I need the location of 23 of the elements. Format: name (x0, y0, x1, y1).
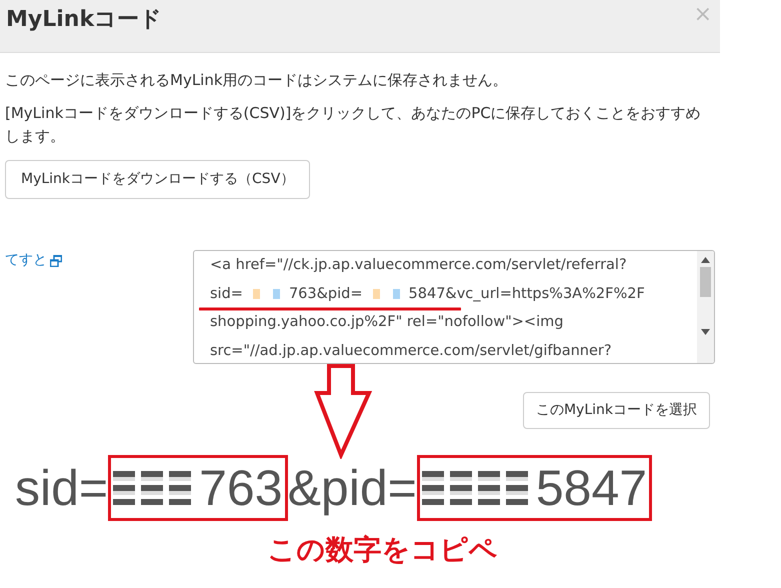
scrollbar-thumb[interactable] (700, 267, 711, 297)
enlarged-text: sid= (15, 459, 108, 518)
code-text: src="//ad.jp.ap.valuecommerce.com/servlet/gifbanner? (210, 342, 612, 358)
enlarged-text: &pid= (288, 459, 417, 518)
code-text: shopping.yahoo.co.jp%2F" rel="nofollow"><img (210, 314, 564, 330)
notice-text: [MyLinkコードをダウンロードする(CSV)]をクリックして、あなたのPCに保存しておくことをおすすめします。 (5, 103, 702, 147)
scroll-up-icon[interactable] (701, 257, 710, 263)
callout-caption: この数字をコピペ (266, 532, 498, 568)
scrollbar[interactable] (697, 251, 714, 363)
code-text: <a href="//ck.jp.ap.valuecommerce.com/servlet/referral? (210, 257, 627, 273)
new-window-icon (50, 255, 62, 267)
scroll-down-icon[interactable] (701, 329, 710, 335)
test-link[interactable]: てすと (5, 250, 193, 272)
enlarged-text: 763 (199, 459, 283, 518)
code-field[interactable]: <a href="//ck.jp.ap.valuecommerce.com/servlet/referral? sid= 763&pid= 5847&vc_url=https%3A%2F%2F shopping.yahoo.co.jp%2F" rel="nofollow"><img src="//ad.jp.ap.valuecommerce.com/servlet/gifbanner? (193, 250, 715, 364)
dialog-title: MyLinkコード (6, 6, 162, 34)
download-button[interactable]: MyLinkコードをダウンロードする（CSV） (5, 160, 310, 199)
code-text: 5847&vc_url=https%3A%2F%2F (408, 286, 645, 302)
enlarged-text: 5847 (536, 459, 648, 518)
code-text: sid= (210, 286, 243, 302)
notice-text: このページに表示されるMyLink用のコードはシステムに保存されません。 (5, 70, 509, 91)
select-code-button[interactable]: このMyLinkコードを選択 (522, 392, 710, 429)
code-text: 763&pid= (288, 286, 363, 302)
